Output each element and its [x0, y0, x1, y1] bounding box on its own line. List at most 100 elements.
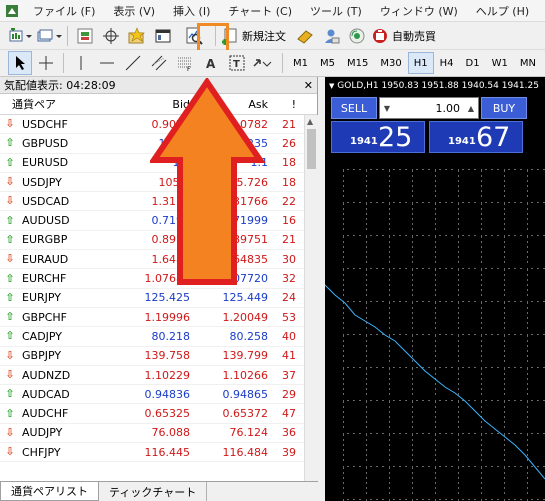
market-button[interactable] — [345, 24, 369, 48]
chart-window[interactable]: ▼ GOLD,H1 1950.83 1951.88 1940.54 1941.2… — [325, 77, 545, 501]
timeframe-m30[interactable]: M30 — [374, 52, 407, 74]
timeframe-m5[interactable]: M5 — [314, 52, 341, 74]
timeframe-mn[interactable]: MN — [514, 52, 542, 74]
market-watch-title-text: 気配値表示: 04:28:09 — [4, 79, 116, 92]
symbol-cell: ⇩ USDCAD — [0, 195, 110, 208]
header-spread[interactable]: ! — [268, 98, 296, 111]
symbol-cell: ⇩ USDCHF — [0, 118, 110, 131]
buy-price-box[interactable]: 1941 67 — [429, 121, 523, 153]
table-row[interactable]: ⇧ AUDCAD 0.94836 0.94865 29 — [0, 385, 317, 405]
ask-cell: 1.20049 — [222, 310, 269, 324]
symbol-cell: ⇧ GBPUSD — [0, 137, 110, 150]
bid-cell: 125.425 — [144, 291, 191, 305]
timeframe-d1[interactable]: D1 — [460, 52, 486, 74]
crosshair-button[interactable] — [99, 24, 123, 48]
cursor-tool[interactable] — [8, 51, 32, 75]
symbol-name: EURUSD — [22, 156, 69, 170]
spread-cell: 21 — [282, 117, 296, 131]
vertical-line-tool[interactable] — [69, 51, 93, 75]
channel-icon — [151, 55, 167, 71]
bid-cell: 116.445 — [144, 445, 191, 459]
auto-trading-label: 自動売買 — [392, 29, 436, 43]
up-arrow-icon: ⇧ — [5, 136, 15, 150]
menu-file[interactable]: ファイル (F) — [24, 3, 104, 19]
text-label-tool[interactable]: T — [225, 51, 249, 75]
sell-price-box[interactable]: 1941 25 — [331, 121, 425, 153]
symbol-name: EURAUD — [22, 252, 69, 266]
text-tool[interactable]: A — [199, 51, 223, 75]
down-arrow-icon: ⇩ — [5, 425, 15, 439]
table-row[interactable]: ⇧ EURJPY 125.425 125.449 24 — [0, 289, 317, 308]
sell-button[interactable]: SELL — [331, 97, 377, 119]
spread-cell: 26 — [282, 136, 296, 150]
timeframe-h4[interactable]: H4 — [434, 52, 460, 74]
svg-text:A: A — [206, 57, 216, 71]
scroll-up-arrow-icon[interactable]: ▲ — [307, 117, 313, 126]
signals-button[interactable] — [319, 24, 343, 48]
new-chart-button[interactable] — [8, 24, 34, 48]
menu-tools[interactable]: ツール (T) — [301, 3, 371, 19]
lot-down-icon[interactable]: ▼ — [380, 104, 394, 113]
header-symbol[interactable]: 通貨ペア — [0, 96, 110, 112]
up-arrow-icon: ⇧ — [5, 271, 15, 285]
bid-cell: 0.94836 — [144, 387, 191, 401]
scrollbar-thumb[interactable] — [307, 129, 316, 169]
lot-up-icon[interactable]: ▲ — [464, 104, 478, 113]
close-icon[interactable]: ✕ — [304, 79, 313, 92]
table-row[interactable]: ⇩ GBPJPY 139.758 139.799 41 — [0, 347, 317, 366]
horizontal-line-icon — [100, 62, 114, 64]
tab-tick-chart[interactable]: ティックチャート — [99, 482, 208, 501]
menu-help[interactable]: ヘルプ (H) — [467, 3, 538, 19]
down-arrow-icon: ⇩ — [5, 194, 15, 208]
table-row[interactable]: ⇩ AUDNZD 1.10229 1.10266 37 — [0, 366, 317, 386]
symbol-cell: ⇩ AUDNZD — [0, 369, 110, 382]
spread-cell: 36 — [282, 426, 296, 440]
symbol-name: GBPCHF — [22, 310, 67, 324]
up-arrow-icon: ⇧ — [5, 155, 15, 169]
down-arrow-icon: ⇩ — [5, 445, 15, 459]
auto-trading-button[interactable]: 自動売買 — [371, 24, 436, 48]
drawing-toolbar: F A T M1 M5 M15 M30 H1 H4 D1 W1 MN — [0, 50, 545, 77]
spread-cell: 21 — [282, 233, 296, 247]
table-row[interactable]: ⇧ CADJPY 80.218 80.258 40 — [0, 327, 317, 347]
timeframe-m1[interactable]: M1 — [287, 52, 314, 74]
crosshair-tool[interactable] — [34, 51, 58, 75]
symbol-name: GBPJPY — [22, 349, 62, 363]
down-arrow-icon: ⇩ — [5, 252, 15, 266]
bid-cell: 76.088 — [151, 426, 191, 440]
symbol-cell: ⇩ CHFJPY — [0, 446, 110, 459]
buy-button[interactable]: BUY — [481, 97, 527, 119]
vertical-scrollbar[interactable]: ▲ — [304, 115, 318, 481]
menu-insert[interactable]: 挿入 (I) — [164, 3, 219, 19]
symbol-cell: ⇧ GBPCHF — [0, 311, 110, 324]
tab-symbols[interactable]: 通貨ペアリスト — [0, 482, 99, 501]
terminal-window-icon — [155, 29, 171, 42]
menu-view[interactable]: 表示 (V) — [104, 3, 164, 19]
ask-cell: 125.449 — [222, 291, 269, 305]
trendline-tool[interactable] — [121, 51, 145, 75]
arrows-tool[interactable] — [251, 51, 277, 75]
ask-cell: 0.94865 — [222, 387, 269, 401]
table-row[interactable]: ⇩ CHFJPY 116.445 116.484 39 — [0, 443, 317, 463]
timeframe-w1[interactable]: W1 — [486, 52, 514, 74]
menu-chart[interactable]: チャート (C) — [219, 3, 301, 19]
market-watch-button[interactable] — [73, 24, 97, 48]
timeframe-h1[interactable]: H1 — [407, 52, 434, 74]
table-row[interactable]: ⇧ AUDCHF 0.65325 0.65372 47 — [0, 404, 317, 424]
spread-cell: 24 — [282, 291, 296, 305]
new-order-button[interactable]: 新規注文 — [221, 24, 286, 48]
fibonacci-tool[interactable]: F — [173, 51, 197, 75]
terminal-button[interactable] — [151, 24, 175, 48]
channel-tool[interactable] — [147, 51, 171, 75]
timeframe-m15[interactable]: M15 — [341, 52, 374, 74]
horizontal-line-tool[interactable] — [95, 51, 119, 75]
navigator-button[interactable] — [125, 24, 149, 48]
metaeditor-button[interactable] — [293, 24, 317, 48]
lot-size-value[interactable]: 1.00 — [394, 102, 464, 115]
profiles-button[interactable] — [36, 24, 62, 48]
table-row[interactable]: ⇧ GBPCHF 1.19996 1.20049 53 — [0, 308, 317, 328]
lot-size-field[interactable]: ▼ 1.00 ▲ — [379, 97, 479, 119]
table-row[interactable]: ⇩ AUDJPY 76.088 76.124 36 — [0, 424, 317, 444]
buy-price-pips: 67 — [476, 122, 511, 153]
menu-window[interactable]: ウィンドウ (W) — [371, 3, 467, 19]
